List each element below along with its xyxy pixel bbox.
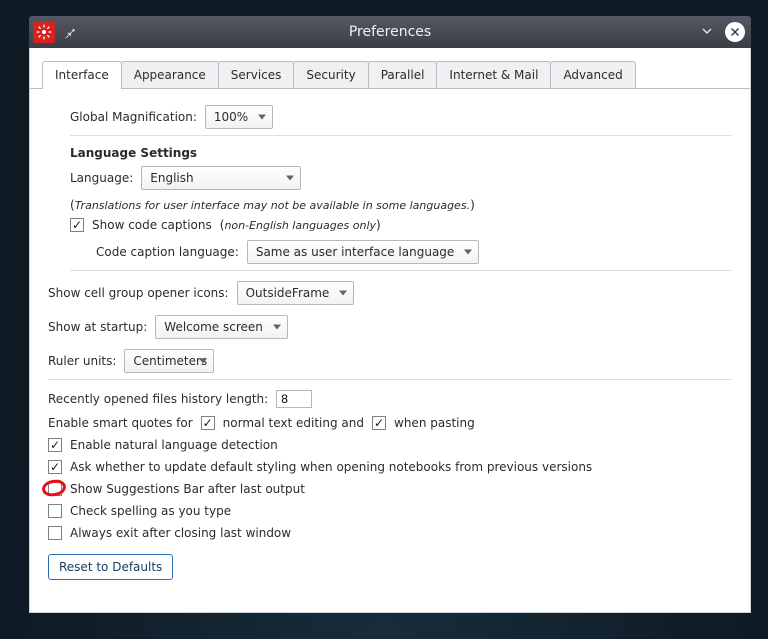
group-opener-select[interactable]: OutsideFrame <box>237 281 355 305</box>
language-select[interactable]: English <box>141 166 301 190</box>
tab-services[interactable]: Services <box>218 61 295 88</box>
update-styling-checkbox[interactable] <box>48 460 62 474</box>
language-label: Language: <box>70 171 133 185</box>
tab-appearance[interactable]: Appearance <box>121 61 219 88</box>
natural-language-label: Enable natural language detection <box>70 438 278 452</box>
close-button[interactable] <box>725 22 745 42</box>
tab-parallel[interactable]: Parallel <box>368 61 438 88</box>
language-settings-header: Language Settings <box>70 146 732 160</box>
smart-quotes-pasting-checkbox[interactable] <box>372 416 386 430</box>
interface-pane: Global Magnification: 100% Language Sett… <box>30 89 750 611</box>
suggestions-bar-checkbox[interactable] <box>48 482 62 496</box>
preferences-window: Interface Appearance Services Security P… <box>29 48 751 613</box>
show-at-startup-value: Welcome screen <box>164 320 263 334</box>
ruler-units-value: Centimeters <box>133 354 207 368</box>
exit-after-last-checkbox[interactable] <box>48 526 62 540</box>
spellcheck-label: Check spelling as you type <box>70 504 231 518</box>
chevron-down-icon[interactable] <box>699 23 715 42</box>
smart-quotes-normal-checkbox[interactable] <box>201 416 215 430</box>
update-styling-label: Ask whether to update default styling wh… <box>70 460 592 474</box>
tab-internet-mail[interactable]: Internet & Mail <box>436 61 551 88</box>
history-length-input[interactable] <box>276 390 312 408</box>
history-length-label: Recently opened files history length: <box>48 392 268 406</box>
exit-after-last-label: Always exit after closing last window <box>70 526 291 540</box>
translations-note: (Translations for user interface may not… <box>70 198 732 212</box>
group-opener-label: Show cell group opener icons: <box>48 286 229 300</box>
window-titlebar: Preferences <box>29 16 751 48</box>
pin-icon[interactable] <box>63 25 77 39</box>
code-caption-language-label: Code caption language: <box>96 245 239 259</box>
show-at-startup-label: Show at startup: <box>48 320 147 334</box>
show-code-captions-label: Show code captions <box>92 218 212 232</box>
tab-interface[interactable]: Interface <box>42 61 122 89</box>
smart-quotes-prefix: Enable smart quotes for <box>48 416 193 430</box>
group-opener-value: OutsideFrame <box>246 286 330 300</box>
app-icon <box>33 21 55 43</box>
window-title: Preferences <box>29 24 751 40</box>
tab-security[interactable]: Security <box>293 61 368 88</box>
global-magnification-value: 100% <box>214 110 248 124</box>
global-magnification-label: Global Magnification: <box>70 110 197 124</box>
natural-language-checkbox[interactable] <box>48 438 62 452</box>
tab-advanced[interactable]: Advanced <box>550 61 635 88</box>
smart-quotes-pasting-label: when pasting <box>394 416 475 430</box>
language-value: English <box>150 171 193 185</box>
ruler-units-label: Ruler units: <box>48 354 116 368</box>
code-caption-language-select[interactable]: Same as user interface language <box>247 240 479 264</box>
show-at-startup-select[interactable]: Welcome screen <box>155 315 288 339</box>
code-caption-language-value: Same as user interface language <box>256 245 454 259</box>
spellcheck-checkbox[interactable] <box>48 504 62 518</box>
reset-to-defaults-button[interactable]: Reset to Defaults <box>48 554 173 580</box>
tabs: Interface Appearance Services Security P… <box>30 48 750 89</box>
suggestions-bar-label: Show Suggestions Bar after last output <box>70 482 305 496</box>
smart-quotes-normal-label: normal text editing and <box>223 416 364 430</box>
ruler-units-select[interactable]: Centimeters <box>124 349 214 373</box>
show-code-captions-checkbox[interactable] <box>70 218 84 232</box>
global-magnification-select[interactable]: 100% <box>205 105 273 129</box>
